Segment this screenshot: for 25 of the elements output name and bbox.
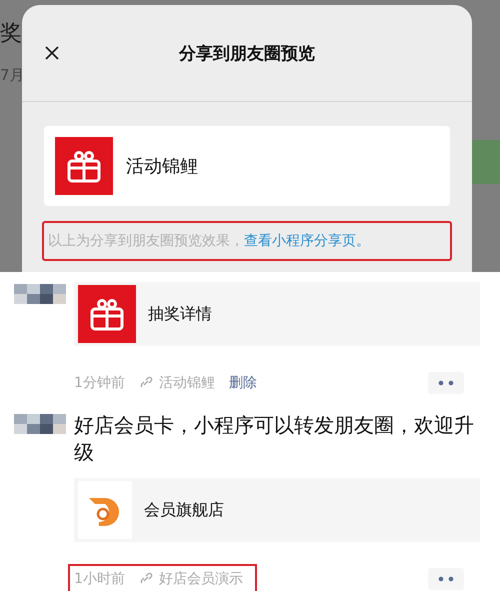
more-button[interactable] <box>428 372 464 394</box>
link-icon <box>138 376 153 390</box>
share-page-link[interactable]: 查看小程序分享页。 <box>244 233 370 249</box>
hint-text: 以上为分享到朋友圈预览效果， <box>48 233 244 249</box>
dialog-title: 分享到朋友圈预览 <box>179 42 315 64</box>
gift-icon <box>78 285 136 343</box>
post-time: 1小时前 <box>74 570 125 588</box>
card-title: 抽奖详情 <box>148 304 212 324</box>
card-title: 会员旗舰店 <box>144 500 224 520</box>
avatar <box>14 414 66 434</box>
date-fragment: 7月 <box>0 66 25 85</box>
more-icon <box>438 380 454 386</box>
link-icon <box>138 572 153 586</box>
more-icon <box>438 576 454 582</box>
delete-link[interactable]: 删除 <box>228 374 257 392</box>
post-time: 1分钟前 <box>74 374 125 392</box>
card-title: 活动锦鲤 <box>126 155 198 178</box>
mini-program-card[interactable]: 会员旗舰店 <box>74 478 480 542</box>
title-fragment: 奖 <box>0 20 22 48</box>
avatar <box>14 284 66 304</box>
close-icon <box>44 45 60 61</box>
post-text: 好店会员卡，小程序可以转发朋友圈，欢迎升级 <box>74 412 474 466</box>
gift-icon <box>55 137 113 195</box>
more-button[interactable] <box>428 568 464 590</box>
mini-program-card[interactable]: 抽奖详情 <box>74 282 480 346</box>
